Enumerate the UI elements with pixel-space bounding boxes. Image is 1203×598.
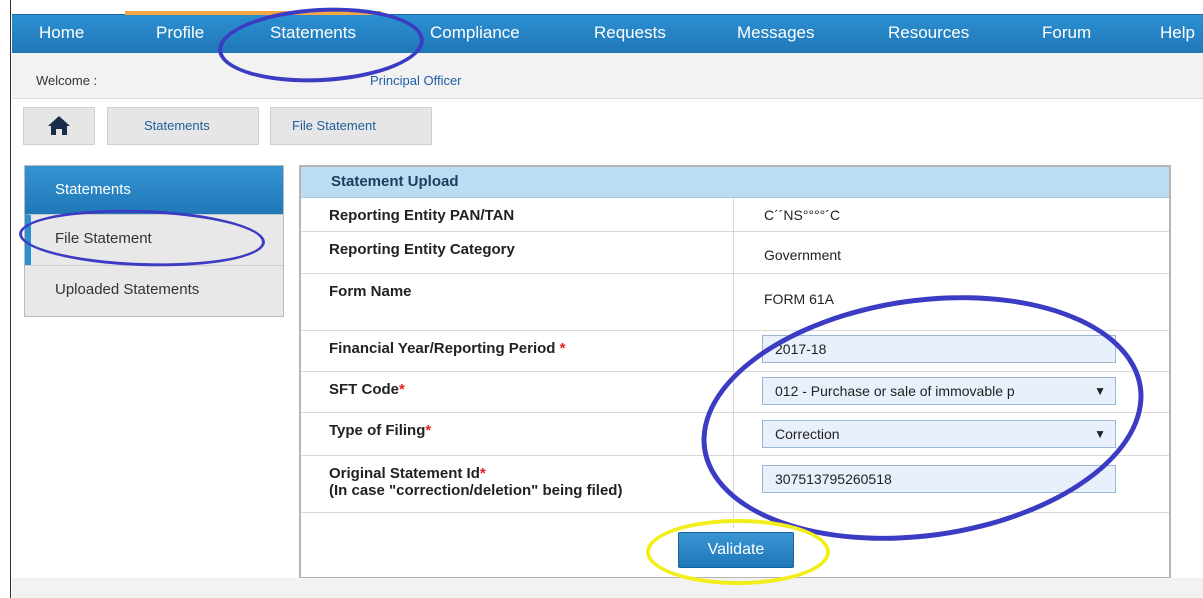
row-financial-year: Financial Year/Reporting Period * 2017-1… — [301, 331, 1169, 372]
user-role: Principal Officer — [370, 73, 462, 88]
type-of-filing-selected-value: Correction — [775, 426, 840, 442]
welcome-text: Welcome : — [36, 73, 98, 88]
nav-compliance[interactable]: Compliance — [430, 15, 520, 53]
sft-code-select[interactable]: 012 - Purchase or sale of immovable p ▼ — [762, 377, 1116, 405]
nav-profile[interactable]: Profile — [156, 15, 204, 53]
sidebar-item-uploaded-statements[interactable]: Uploaded Statements — [25, 265, 283, 316]
top-nav: Home Profile Statements Compliance Reque… — [12, 11, 1203, 54]
breadcrumb-statements[interactable]: Statements — [107, 107, 259, 145]
type-of-filing-label: Type of Filing* — [329, 422, 431, 439]
financial-year-label: Financial Year/Reporting Period * — [329, 340, 565, 357]
row-form-name: Form Name FORM 61A — [301, 274, 1169, 331]
row-original-statement-id: Original Statement Id* (In case "correct… — [301, 456, 1169, 513]
redacted-name — [125, 69, 365, 89]
sidebar: Statements File Statement Uploaded State… — [24, 165, 284, 317]
financial-year-input[interactable]: 2017-18 — [762, 335, 1116, 363]
panel-title: Statement Upload — [301, 167, 1169, 198]
row-type-of-filing: Type of Filing* Correction ▼ — [301, 413, 1169, 456]
nav-resources[interactable]: Resources — [888, 15, 969, 53]
pan-tan-value: C´´NS°°°°´C — [764, 207, 841, 223]
type-of-filing-label-text: Type of Filing — [329, 422, 426, 439]
form-name-value: FORM 61A — [764, 291, 835, 307]
dropdown-caret-icon: ▼ — [1094, 427, 1106, 441]
sft-code-selected-value: 012 - Purchase or sale of immovable p — [775, 383, 1015, 399]
original-statement-id-hint: (In case "correction/deletion" being fil… — [329, 482, 623, 499]
entity-category-value: Government — [764, 247, 842, 263]
type-of-filing-select[interactable]: Correction ▼ — [762, 420, 1116, 448]
sft-code-label: SFT Code* — [329, 381, 405, 398]
form-name-label: Form Name — [329, 283, 412, 300]
required-mark: * — [479, 465, 486, 482]
breadcrumb-home[interactable] — [23, 107, 95, 145]
row-sft-code: SFT Code* 012 - Purchase or sale of immo… — [301, 372, 1169, 413]
breadcrumb-file-statement[interactable]: File Statement — [270, 107, 432, 145]
breadcrumb-file-statement-label: File Statement — [292, 118, 376, 133]
row-pan-tan: Reporting Entity PAN/TAN C´´NS°°°°´C — [301, 198, 1169, 232]
original-statement-id-label: Original Statement Id* (In case "correct… — [329, 465, 622, 499]
original-statement-id-label-text: Original Statement Id — [329, 465, 480, 482]
nav-statements[interactable]: Statements — [270, 15, 356, 53]
home-icon — [48, 116, 70, 135]
sft-code-label-text: SFT Code — [329, 381, 399, 398]
row-entity-category: Reporting Entity Category Government — [301, 232, 1169, 274]
nav-home[interactable]: Home — [39, 15, 84, 53]
dropdown-caret-icon: ▼ — [1094, 384, 1106, 398]
statement-upload-panel: Statement Upload Reporting Entity PAN/TA… — [299, 165, 1171, 579]
original-statement-id-input[interactable]: 307513795260518 — [762, 465, 1116, 493]
sidebar-title: Statements — [25, 166, 283, 214]
pan-tan-label: Reporting Entity PAN/TAN — [329, 207, 515, 224]
nav-forum[interactable]: Forum — [1042, 15, 1091, 53]
welcome-bar: Welcome : Principal Officer — [12, 53, 1203, 99]
nav-messages[interactable]: Messages — [737, 15, 814, 53]
entity-category-label: Reporting Entity Category — [329, 241, 515, 258]
required-mark: * — [425, 422, 432, 439]
required-mark: * — [399, 381, 405, 398]
breadcrumb-statements-label: Statements — [144, 118, 210, 133]
sidebar-item-file-statement[interactable]: File Statement — [25, 214, 283, 265]
financial-year-label-text: Financial Year/Reporting Period — [329, 340, 556, 357]
validate-button[interactable]: Validate — [678, 532, 794, 568]
footer-bar — [12, 578, 1203, 598]
required-mark: * — [559, 340, 566, 357]
nav-requests[interactable]: Requests — [594, 15, 666, 53]
nav-help[interactable]: Help — [1160, 15, 1195, 53]
